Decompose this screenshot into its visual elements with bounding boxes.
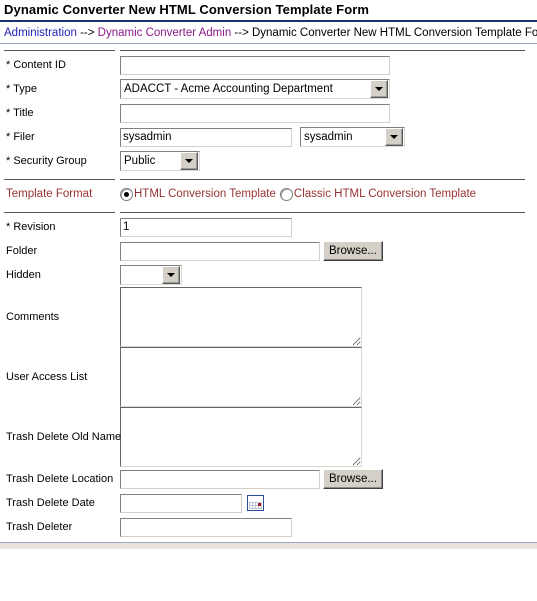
page-header: Dynamic Converter New HTML Conversion Te… xyxy=(0,0,537,44)
label-security-group: * Security Group xyxy=(6,155,87,167)
radio-label-html-conversion-template[interactable]: HTML Conversion Template xyxy=(134,188,276,200)
trash-delete-date-input[interactable] xyxy=(120,493,242,513)
chevron-down-icon[interactable] xyxy=(162,266,180,284)
breadcrumb-link-administration[interactable]: Administration xyxy=(4,27,77,39)
trash-delete-location-controls: Browse... xyxy=(120,469,535,489)
label-filer: * Filer xyxy=(6,131,35,143)
filer-controls: sysadmin xyxy=(120,127,535,147)
label-type: * Type xyxy=(6,83,37,95)
form-row-trash-delete-date: Trash Delete Date xyxy=(4,491,535,515)
form-row-content-id: * Content ID xyxy=(4,53,535,77)
calendar-icon[interactable] xyxy=(247,495,264,511)
folder-input[interactable] xyxy=(120,241,320,261)
label-content-id: * Content ID xyxy=(6,59,66,71)
new-html-conversion-template-form: * Content ID * Type ADACCT - Acme Accoun… xyxy=(4,44,535,539)
section-divider-top xyxy=(4,44,535,53)
label-hidden: Hidden xyxy=(6,269,41,281)
label-title: * Title xyxy=(6,107,34,119)
form-container: * Content ID * Type ADACCT - Acme Accoun… xyxy=(0,44,537,539)
divider-left-segment xyxy=(4,212,115,213)
form-row-template-format: Template Format HTML Conversion Template… xyxy=(4,182,535,206)
form-row-revision: * Revision xyxy=(4,215,535,239)
hidden-select[interactable] xyxy=(120,265,182,285)
form-row-user-access-list: User Access List xyxy=(4,347,535,407)
form-row-folder: Folder Browse... xyxy=(4,239,535,263)
label-template-format: Template Format xyxy=(6,188,93,200)
calendar-icon-marked-day xyxy=(258,503,261,506)
security-group-select-value: Public xyxy=(124,155,156,167)
form-row-trash-delete-old-name: Trash Delete Old Name xyxy=(4,407,535,467)
filer-input[interactable] xyxy=(120,127,292,147)
form-row-comments: Comments xyxy=(4,287,535,347)
title-input[interactable] xyxy=(120,103,390,123)
type-select[interactable]: ADACCT - Acme Accounting Department xyxy=(120,79,390,99)
breadcrumb-separator-1: --> xyxy=(76,27,98,39)
radio-classic-html-conversion-template[interactable] xyxy=(279,187,293,201)
form-row-type: * Type ADACCT - Acme Accounting Departme… xyxy=(4,77,535,101)
form-row-title: * Title xyxy=(4,101,535,125)
form-row-hidden: Hidden xyxy=(4,263,535,287)
label-folder: Folder xyxy=(6,245,38,257)
divider-left-segment xyxy=(4,179,115,180)
user-access-list-textarea[interactable] xyxy=(120,347,362,407)
security-group-select[interactable]: Public xyxy=(120,151,200,171)
trash-delete-location-browse-button[interactable]: Browse... xyxy=(323,469,383,489)
comments-textarea[interactable] xyxy=(120,287,362,347)
revision-input[interactable] xyxy=(120,217,292,237)
page-bottom-fill xyxy=(0,543,537,549)
label-trash-delete-location: Trash Delete Location xyxy=(6,473,114,485)
divider-right-segment xyxy=(120,50,525,51)
label-trash-delete-date: Trash Delete Date xyxy=(6,497,95,509)
radio-html-conversion-template[interactable] xyxy=(120,187,133,201)
divider-right-segment xyxy=(120,212,525,213)
section-divider-above-template-format xyxy=(4,173,535,182)
label-comments: Comments xyxy=(6,311,60,323)
folder-controls: Browse... xyxy=(120,241,535,261)
section-divider-below-template-format xyxy=(4,206,535,215)
breadcrumb-separator-2: --> xyxy=(231,27,252,39)
label-revision: * Revision xyxy=(6,221,56,233)
form-row-trash-delete-location: Trash Delete Location Browse... xyxy=(4,467,535,491)
divider-right-segment xyxy=(120,179,525,180)
chevron-down-icon[interactable] xyxy=(385,128,403,146)
trash-delete-date-controls xyxy=(120,493,535,513)
label-trash-delete-old-name: Trash Delete Old Name xyxy=(6,431,122,443)
breadcrumb-link-dynamic-converter-admin[interactable]: Dynamic Converter Admin xyxy=(98,27,232,39)
folder-browse-button[interactable]: Browse... xyxy=(323,241,383,261)
type-select-value: ADACCT - Acme Accounting Department xyxy=(124,83,333,95)
breadcrumb-current-page: Dynamic Converter New HTML Conversion Te… xyxy=(251,27,537,39)
label-trash-deleter: Trash Deleter xyxy=(6,521,73,533)
form-row-filer: * Filer sysadmin xyxy=(4,125,535,149)
trash-delete-location-input[interactable] xyxy=(120,469,320,489)
form-row-security-group: * Security Group Public xyxy=(4,149,535,173)
trash-deleter-input[interactable] xyxy=(120,517,292,537)
radio-label-classic-html-conversion-template[interactable]: Classic HTML Conversion Template xyxy=(294,188,476,200)
filer-select-value: sysadmin xyxy=(304,131,353,143)
filer-select[interactable]: sysadmin xyxy=(300,127,405,147)
breadcrumb: Administration --> Dynamic Converter Adm… xyxy=(0,22,537,43)
chevron-down-icon[interactable] xyxy=(180,152,198,170)
label-user-access-list: User Access List xyxy=(6,371,88,383)
template-format-radio-group: HTML Conversion Template Classic HTML Co… xyxy=(120,184,535,205)
content-id-input[interactable] xyxy=(120,55,390,75)
divider-left-segment xyxy=(4,50,115,51)
chevron-down-icon[interactable] xyxy=(370,80,388,98)
page-title: Dynamic Converter New HTML Conversion Te… xyxy=(4,2,370,17)
form-row-trash-deleter: Trash Deleter xyxy=(4,515,535,539)
trash-delete-old-name-textarea[interactable] xyxy=(120,407,362,467)
